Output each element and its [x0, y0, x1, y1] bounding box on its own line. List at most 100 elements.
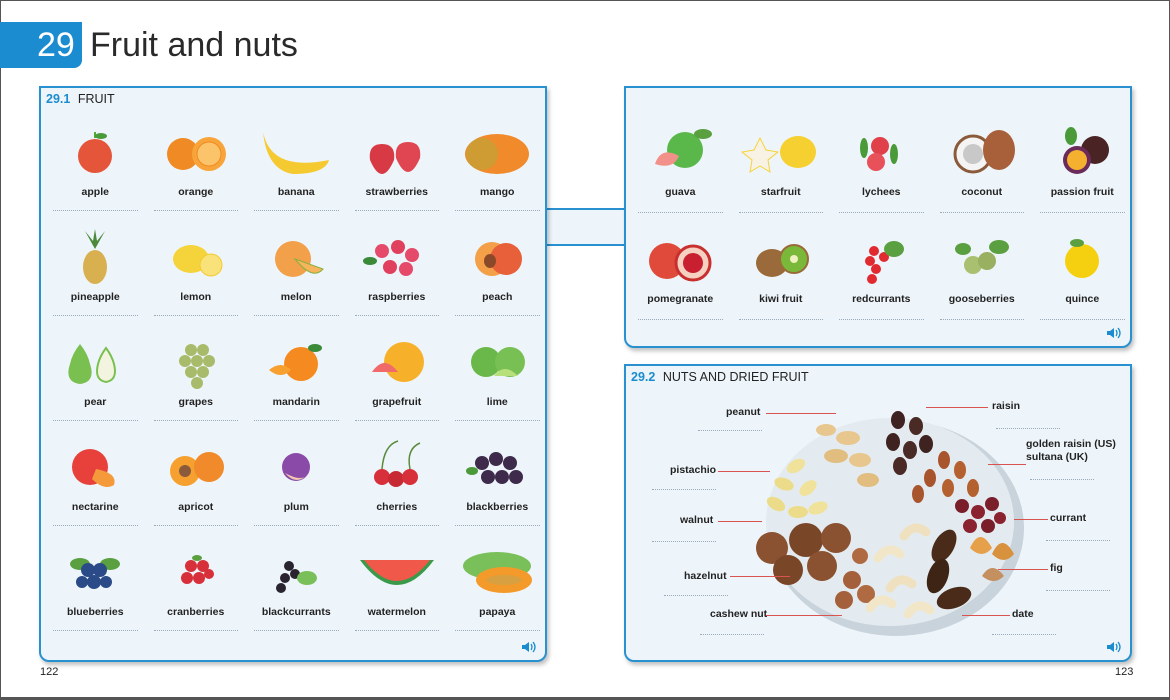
answer-line	[254, 630, 339, 631]
vocab-label: apricot	[178, 501, 214, 513]
label-sultana: sultana (UK)	[1026, 451, 1088, 463]
answer-line	[53, 630, 138, 631]
vocab-item-plum: plum	[246, 433, 347, 538]
speaker-icon[interactable]	[521, 640, 537, 654]
vocab-label: kiwi fruit	[759, 293, 803, 305]
label-raisin: raisin	[992, 400, 1021, 412]
vocab-label: starfruit	[760, 186, 801, 198]
vocab-item-peach: peach	[447, 223, 548, 328]
vocab-label: papaya	[479, 606, 516, 618]
watermelon-illustration	[352, 544, 442, 600]
vocab-item-apple: apple	[45, 118, 146, 223]
answer-line	[839, 212, 924, 213]
label-peanut: peanut	[726, 406, 761, 418]
label-pistachio: pistachio	[670, 464, 717, 476]
vocab-item-grapes: grapes	[146, 328, 247, 433]
answer-line	[455, 315, 540, 316]
answer-line	[638, 212, 723, 213]
answer-line	[354, 630, 439, 631]
vocab-item-nectarine: nectarine	[45, 433, 146, 538]
vocab-item-pomegranate: pomegranate	[630, 225, 731, 332]
answer-line	[455, 420, 540, 421]
label-hazelnut: hazelnut	[684, 570, 727, 582]
plum-illustration	[251, 439, 341, 495]
answer-line	[939, 319, 1024, 320]
coconut-illustration	[937, 124, 1027, 180]
vocab-item-blackberries: blackberries	[447, 433, 548, 538]
vocab-item-cranberries: cranberries	[146, 538, 247, 643]
vocab-item-coconut: coconut	[932, 118, 1033, 225]
answer-line	[153, 210, 238, 211]
section-number: 29.1	[46, 92, 71, 106]
answer-line	[254, 315, 339, 316]
answer-line	[738, 212, 823, 213]
vocab-item-kiwi-fruit: kiwi fruit	[731, 225, 832, 332]
section-heading-nuts: 29.2 NUTS AND DRIED FRUIT	[631, 370, 809, 384]
vocab-item-apricot: apricot	[146, 433, 247, 538]
unit-title: Fruit and nuts	[90, 26, 298, 64]
vocab-item-blueberries: blueberries	[45, 538, 146, 643]
raspberries-illustration	[352, 229, 442, 285]
leader-line	[766, 615, 842, 616]
answer-line	[354, 525, 439, 526]
vocab-item-pear: pear	[45, 328, 146, 433]
blueberries-illustration	[50, 544, 140, 600]
vocab-label: quince	[1065, 293, 1100, 305]
answer-line	[664, 595, 728, 596]
grapes-illustration	[151, 334, 241, 390]
speaker-icon[interactable]	[1106, 326, 1122, 340]
answer-line	[153, 420, 238, 421]
answer-line	[254, 420, 339, 421]
apricot-illustration	[151, 439, 241, 495]
answer-line	[53, 210, 138, 211]
melon-illustration	[251, 229, 341, 285]
vocab-item-raspberries: raspberries	[347, 223, 448, 328]
answer-line	[1030, 479, 1094, 480]
vocab-label: blackcurrants	[261, 606, 331, 618]
answer-line	[153, 630, 238, 631]
vocab-item-redcurrants: redcurrants	[831, 225, 932, 332]
vocab-item-papaya: papaya	[447, 538, 548, 643]
lime-illustration	[452, 334, 542, 390]
vocab-label: nectarine	[71, 501, 119, 513]
section-title: NUTS AND DRIED FRUIT	[662, 370, 809, 384]
answer-line	[153, 315, 238, 316]
leader-line	[766, 413, 836, 414]
vocab-label: lychees	[861, 186, 901, 198]
label-date: date	[1012, 608, 1034, 620]
answer-line	[1040, 319, 1125, 320]
leader-line	[730, 576, 790, 577]
lemon-illustration	[151, 229, 241, 285]
vocab-label: passion fruit	[1050, 186, 1114, 198]
vocab-label: grapefruit	[372, 396, 422, 408]
answer-line	[1040, 212, 1125, 213]
answer-line	[53, 525, 138, 526]
panel-connector	[545, 208, 626, 246]
cherries-illustration	[352, 439, 442, 495]
vocab-item-gooseberries: gooseberries	[932, 225, 1033, 332]
leader-line	[718, 521, 762, 522]
answer-line	[53, 315, 138, 316]
answer-line	[652, 541, 716, 542]
label-fig: fig	[1050, 562, 1063, 574]
vocab-item-passion-fruit: passion fruit	[1032, 118, 1133, 225]
vocab-label: raspberries	[368, 291, 426, 303]
answer-line	[254, 210, 339, 211]
answer-line	[53, 420, 138, 421]
vocab-item-cherries: cherries	[347, 433, 448, 538]
speaker-icon[interactable]	[1106, 640, 1122, 654]
vocab-label: mandarin	[272, 396, 320, 408]
fruit-panel: 29.1 FRUIT apple orange banana strawberries…	[39, 86, 547, 662]
answer-line	[354, 210, 439, 211]
vocab-label: pomegranate	[647, 293, 714, 305]
section-title: FRUIT	[77, 92, 115, 106]
vocab-label: blackberries	[466, 501, 529, 513]
passion-fruit-illustration	[1037, 124, 1127, 180]
vocab-label: plum	[283, 501, 309, 513]
unit-number-badge: 29	[0, 22, 82, 68]
answer-line	[638, 319, 723, 320]
answer-line	[652, 489, 716, 490]
mandarin-illustration	[251, 334, 341, 390]
grapefruit-illustration	[352, 334, 442, 390]
leader-line	[988, 464, 1026, 465]
